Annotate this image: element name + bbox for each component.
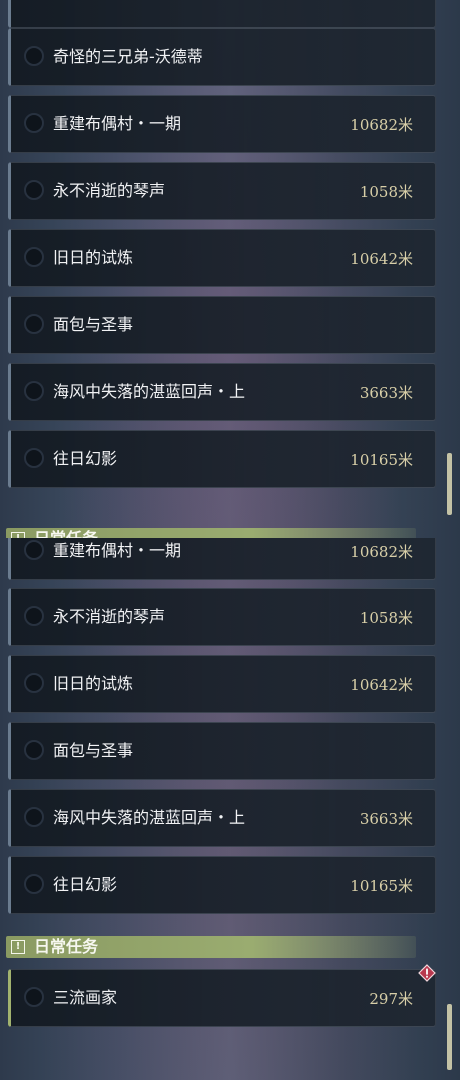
quest-name: 重建布偶村・一期	[53, 114, 182, 133]
quest-distance: 10682米	[350, 543, 413, 561]
quest-item[interactable]: 面包与圣事	[8, 296, 436, 354]
quest-item[interactable]: 永不消逝的琴声 1058米	[8, 162, 436, 220]
daily-quest-item[interactable]: 三流画家 297米	[8, 969, 436, 1027]
exclamation-diamond-icon	[418, 964, 436, 982]
quest-name: 旧日的试炼	[53, 248, 134, 267]
empty-circle-icon	[24, 180, 44, 200]
empty-circle-icon	[24, 247, 44, 267]
quest-name: 奇怪的三兄弟-沃德蒂	[53, 47, 203, 66]
quest-item[interactable]: 旧日的试炼 10642米	[8, 655, 436, 713]
quest-distance: 10642米	[350, 676, 413, 694]
quest-distance: 1058米	[359, 183, 413, 201]
empty-circle-icon	[24, 540, 44, 560]
quest-list-bottom-view: 重建布偶村・一期 10682米 永不消逝的琴声 1058米 旧日的试炼 1064…	[0, 538, 460, 1080]
quest-item[interactable]: 往日幻影 10165米	[8, 430, 436, 488]
quest-item-partial[interactable]	[8, 0, 436, 28]
empty-circle-icon	[24, 113, 44, 133]
quest-item[interactable]: 重建布偶村・一期 10682米	[8, 95, 436, 153]
quest-distance: 10165米	[350, 877, 413, 895]
empty-circle-icon	[24, 381, 44, 401]
empty-circle-icon	[24, 673, 44, 693]
empty-circle-icon	[24, 606, 44, 626]
quest-item[interactable]: 海风中失落的湛蓝回声・上 3663米	[8, 789, 436, 847]
empty-circle-icon	[24, 314, 44, 334]
quest-list-top-view: 奇怪的三兄弟-沃德蒂 重建布偶村・一期 10682米 永不消逝的琴声 1058米…	[0, 0, 460, 538]
quest-name: 面包与圣事	[53, 741, 134, 760]
quest-item[interactable]: 面包与圣事	[8, 722, 436, 780]
quest-distance: 10682米	[350, 116, 413, 134]
quest-distance: 297米	[369, 990, 413, 1008]
exclamation-box-icon: !	[11, 940, 25, 954]
quest-name: 重建布偶村・一期	[53, 541, 182, 560]
section-title: 日常任务	[34, 937, 99, 956]
quest-name: 海风中失落的湛蓝回声・上	[53, 808, 246, 827]
daily-quests-header[interactable]: ! 日常任务	[6, 936, 416, 958]
quest-distance: 10642米	[350, 250, 413, 268]
empty-circle-icon	[24, 46, 44, 66]
empty-circle-icon	[24, 807, 44, 827]
quest-name: 往日幻影	[53, 875, 118, 894]
empty-circle-icon	[24, 740, 44, 760]
empty-circle-icon	[24, 874, 44, 894]
quest-name: 永不消逝的琴声	[53, 607, 166, 626]
quest-name: 面包与圣事	[53, 315, 134, 334]
quest-item[interactable]: 重建布偶村・一期 10682米	[8, 538, 436, 580]
quest-item[interactable]: 海风中失落的湛蓝回声・上 3663米	[8, 363, 436, 421]
quest-distance: 10165米	[350, 451, 413, 469]
section-title: 日常任务	[34, 528, 98, 538]
quest-name: 永不消逝的琴声	[53, 181, 166, 200]
scrollbar-thumb[interactable]	[447, 453, 452, 515]
quest-item[interactable]: 旧日的试炼 10642米	[8, 229, 436, 287]
quest-distance: 1058米	[359, 609, 413, 627]
quest-item[interactable]: 永不消逝的琴声 1058米	[8, 588, 436, 646]
scrollbar-thumb[interactable]	[447, 1004, 452, 1070]
quest-item[interactable]: 奇怪的三兄弟-沃德蒂	[8, 28, 436, 86]
quest-distance: 3663米	[359, 810, 413, 828]
quest-name: 海风中失落的湛蓝回声・上	[53, 382, 246, 401]
daily-quests-header[interactable]: ! 日常任务	[6, 528, 416, 538]
quest-distance: 3663米	[359, 384, 413, 402]
quest-item[interactable]: 往日幻影 10165米	[8, 856, 436, 914]
empty-circle-icon	[24, 448, 44, 468]
quest-name: 往日幻影	[53, 449, 118, 468]
quest-name: 三流画家	[53, 988, 118, 1007]
quest-name: 旧日的试炼	[53, 674, 134, 693]
empty-circle-icon	[24, 987, 44, 1007]
